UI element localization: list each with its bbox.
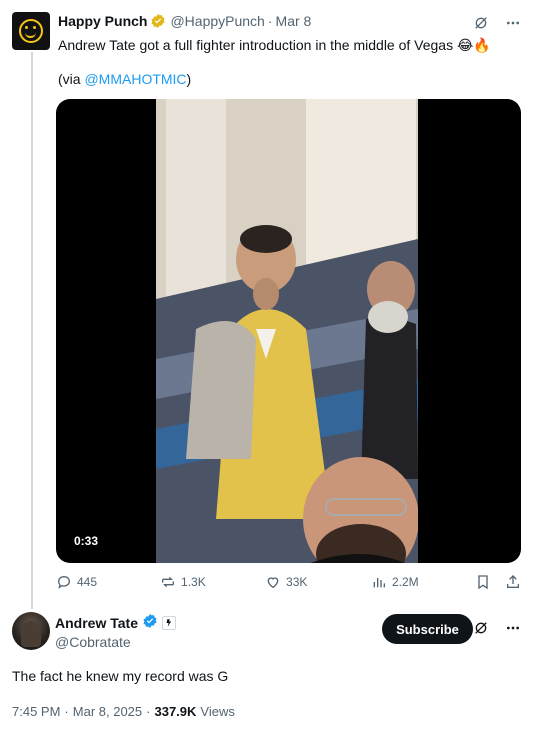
repost-action[interactable]: 1.3K [160,574,265,590]
repost-count: 1.3K [181,575,206,589]
verified-badge-icon [142,613,158,632]
video-duration-badge: 0:33 [68,531,105,551]
bookmark-share-group [475,574,521,590]
via-prefix: (via [58,71,85,87]
more-icon[interactable] [504,619,522,637]
separator-dot: · [146,704,151,719]
subscribe-button[interactable]: Subscribe [382,614,473,644]
tweet-time[interactable]: 7:45 PM [12,704,60,719]
views-count: 2.2M [392,575,419,589]
via-mention-link[interactable]: @MMAHOTMIC [84,71,186,87]
avatar-happy-punch[interactable] [12,12,50,50]
tweet-meta: 7:45 PM · Mar 8, 2025 · 337.9K Views [12,704,235,719]
views-action[interactable]: 2.2M [371,574,475,590]
author-name[interactable]: Andrew Tate [55,615,138,631]
avatar-andrew-tate[interactable] [12,612,50,650]
like-action[interactable]: 33K [265,574,371,590]
views-icon [373,578,385,588]
views-count: 337.9K [154,704,197,719]
quoted-tweet-header: Happy Punch @HappyPunch · Mar 8 [58,13,311,29]
author-row: Andrew Tate [55,613,176,632]
smiley-logo-icon [19,19,43,43]
verified-badge-icon [150,13,166,29]
tweet-date[interactable]: Mar 8, 2025 [73,704,142,719]
quoted-tweet-action-bar: 445 1.3K 33K 2.2M [56,574,521,590]
repost-icon [162,576,175,588]
via-line: (via @MMAHOTMIC) [58,70,191,88]
video-thumbnail [156,99,418,563]
via-suffix: ) [186,71,192,87]
main-tweet-actions [472,619,522,637]
reply-count: 445 [77,575,98,589]
author-handle[interactable]: @HappyPunch [170,13,264,29]
author-name[interactable]: Happy Punch [58,13,147,29]
more-icon[interactable] [504,14,522,32]
quoted-tweet-text: Andrew Tate got a full fighter introduct… [58,37,491,53]
grok-icon[interactable] [472,619,490,637]
separator-dot: · [64,704,69,719]
avatar-figure [21,621,41,647]
quoted-tweet-actions [472,14,522,32]
tweet-date[interactable]: Mar 8 [276,13,312,29]
views-label: Views [200,704,235,719]
like-count: 33K [286,575,308,589]
like-icon [267,577,279,589]
reply-action[interactable]: 445 [56,574,160,590]
video-player[interactable]: 0:33 [56,99,521,563]
reply-icon [57,575,71,589]
thread-line [31,52,33,609]
author-handle[interactable]: @Cobratate [55,634,176,650]
main-tweet-text: The fact he knew my record was G [12,668,229,684]
share-icon[interactable] [505,574,521,590]
bookmark-icon[interactable] [475,574,491,590]
affiliate-badge-icon[interactable] [161,615,176,630]
separator-dot: · [267,13,273,29]
grok-icon[interactable] [472,14,490,32]
main-tweet-header: Andrew Tate @Cobratate [55,613,176,650]
